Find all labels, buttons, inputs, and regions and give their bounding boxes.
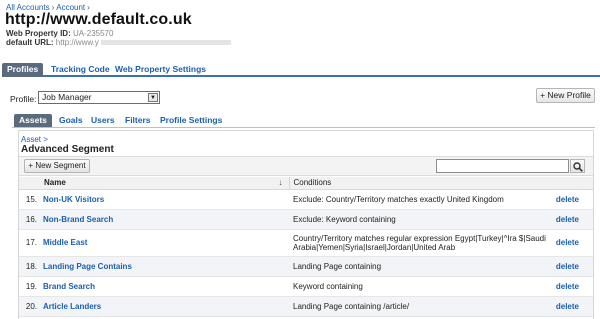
row-number: 18. [19, 256, 43, 277]
new-profile-button[interactable]: + New Profile [536, 88, 595, 103]
segment-name-link[interactable]: Middle East [43, 229, 289, 257]
segment-conditions: Exclude: Country/Territory matches exact… [289, 189, 549, 210]
row-number: 17. [19, 229, 43, 257]
sort-down-arrow-icon[interactable]: ↓ [279, 178, 283, 187]
row-number: 16. [19, 209, 43, 230]
row-number: 20. [19, 296, 43, 317]
table-row: 16. Non-Brand Search Exclude: Keyword co… [19, 209, 593, 230]
segment-conditions: Exclude: Keyword containing [289, 209, 549, 230]
segment-name-link[interactable]: Brand Search [43, 276, 289, 297]
default-url-label: default URL: [6, 38, 54, 47]
asset-breadcrumb-link[interactable]: Asset > [21, 135, 48, 144]
delete-link[interactable]: delete [549, 276, 593, 297]
segment-conditions: Country/Territory matches regular expres… [289, 229, 549, 257]
segment-conditions: Landing Page containing /article/ [289, 296, 549, 317]
segment-conditions: Landing Page containing [289, 256, 549, 277]
secondary-tabs: Assets Goals Users Filters Profile Setti… [12, 114, 595, 128]
advanced-segment-panel: Asset > Advanced Segment + New Segment N… [18, 130, 594, 319]
chevron-down-icon: ▼ [148, 93, 158, 102]
segment-name-link[interactable]: Article Landers [43, 296, 289, 317]
table-header-row: Name ↓ Conditions [19, 177, 593, 190]
property-id-row: Web Property ID: UA-235570 [6, 29, 113, 38]
table-row: 18. Landing Page Contains Landing Page c… [19, 256, 593, 277]
property-id-label: Web Property ID: [6, 29, 71, 38]
delete-link[interactable]: delete [549, 256, 593, 277]
column-header-name-label: Name [44, 178, 66, 188]
table-row: 15. Non-UK Visitors Exclude: Country/Ter… [19, 189, 593, 210]
search-button[interactable] [570, 159, 585, 173]
tab-filters[interactable]: Filters [125, 114, 151, 127]
redacted-url [100, 40, 231, 46]
tab-profiles[interactable]: Profiles [2, 63, 44, 77]
panel-title: Advanced Segment [21, 144, 114, 155]
delete-link[interactable]: delete [549, 296, 593, 317]
segment-name-link[interactable]: Non-UK Visitors [43, 189, 289, 210]
tab-web-property-settings[interactable]: Web Property Settings [110, 63, 211, 77]
tab-goals[interactable]: Goals [59, 114, 83, 127]
tab-assets[interactable]: Assets [14, 114, 52, 127]
segment-toolbar: + New Segment [19, 156, 593, 176]
profile-select[interactable]: Job Manager ▼ [38, 91, 160, 104]
tab-profile-settings[interactable]: Profile Settings [160, 114, 222, 127]
column-header-conditions: Conditions [289, 177, 593, 190]
delete-link[interactable]: delete [549, 209, 593, 230]
primary-tabs: Profiles Tracking Code Web Property Sett… [2, 62, 600, 77]
property-id-value: UA-235570 [72, 29, 114, 38]
new-segment-button[interactable]: + New Segment [24, 159, 90, 173]
search-icon [573, 162, 583, 172]
delete-link[interactable]: delete [549, 229, 593, 257]
row-number: 15. [19, 189, 43, 210]
tab-users[interactable]: Users [91, 114, 115, 127]
table-row: 17. Middle East Country/Territory matche… [19, 229, 593, 257]
default-url-value: http://www.y [55, 38, 99, 47]
table-row: 19. Brand Search Keyword containing dele… [19, 276, 593, 297]
segments-table: Name ↓ Conditions 15. Non-UK Visitors Ex… [19, 177, 593, 317]
segment-name-link[interactable]: Non-Brand Search [43, 209, 289, 230]
segment-name-link[interactable]: Landing Page Contains [43, 256, 289, 277]
column-header-name[interactable]: Name ↓ [19, 177, 290, 190]
row-number: 19. [19, 276, 43, 297]
default-url-row: default URL: http://www.y [6, 38, 231, 47]
tab-tracking-code[interactable]: Tracking Code [46, 63, 115, 77]
page-title: http://www.default.co.uk [5, 11, 192, 28]
profile-select-value: Job Manager [42, 92, 92, 102]
segment-conditions: Keyword containing [289, 276, 549, 297]
table-row: 20. Article Landers Landing Page contain… [19, 296, 593, 317]
search-input[interactable] [436, 159, 569, 173]
profile-label: Profile: [10, 94, 37, 104]
delete-link[interactable]: delete [549, 189, 593, 210]
